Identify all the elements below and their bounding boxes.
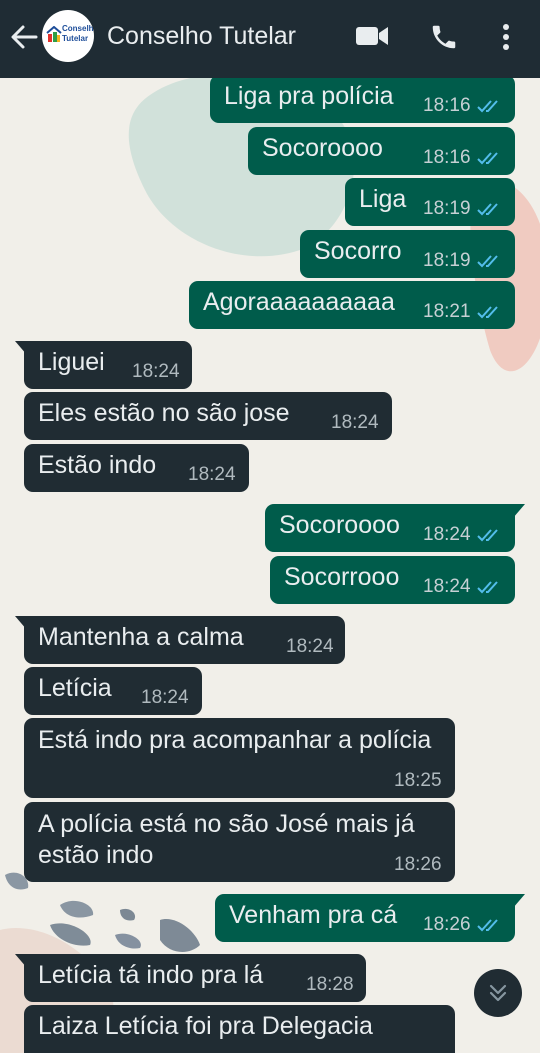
read-ticks-icon bbox=[477, 255, 498, 268]
read-ticks-icon bbox=[477, 306, 498, 319]
outgoing-message[interactable]: Venham pra cá 18:26 bbox=[215, 894, 515, 942]
message-time: 18:24 bbox=[331, 412, 379, 433]
message-time: 18:21 bbox=[423, 301, 471, 322]
avatar-logo-text: Conselho Tutelar bbox=[62, 24, 94, 43]
message-time: 18:16 bbox=[423, 147, 471, 168]
read-ticks-icon bbox=[477, 203, 498, 216]
incoming-message[interactable]: Letícia tá indo pra lá 18:28 bbox=[24, 954, 366, 1002]
read-ticks-icon bbox=[477, 919, 498, 932]
incoming-message[interactable]: Laiza Letícia foi pra Delegacia bbox=[24, 1005, 455, 1053]
incoming-message[interactable]: Letícia 18:24 bbox=[24, 667, 202, 715]
outgoing-message[interactable]: Socoroooo 18:24 bbox=[265, 504, 515, 552]
read-ticks-icon bbox=[477, 529, 498, 542]
message-time: 18:24 bbox=[286, 636, 334, 657]
chat-title[interactable]: Conselho Tutelar bbox=[107, 20, 296, 52]
message-time: 18:25 bbox=[394, 770, 442, 791]
message-time: 18:26 bbox=[423, 914, 471, 935]
outgoing-message[interactable]: Liga pra polícia 18:16 bbox=[210, 75, 515, 123]
message-time: 18:24 bbox=[423, 576, 471, 597]
chat-header: Conselho Tutelar Conselho Tutelar bbox=[0, 0, 540, 78]
message-time: 18:24 bbox=[423, 524, 471, 545]
incoming-message[interactable]: Liguei 18:24 bbox=[24, 341, 192, 389]
read-ticks-icon bbox=[477, 100, 498, 113]
message-time: 18:26 bbox=[394, 854, 442, 875]
outgoing-message[interactable]: Socorro 18:19 bbox=[300, 230, 515, 278]
avatar[interactable]: Conselho Tutelar bbox=[42, 10, 94, 62]
outgoing-message[interactable]: Liga 18:19 bbox=[345, 178, 515, 226]
message-time: 18:24 bbox=[188, 464, 236, 485]
double-chevron-down-icon bbox=[489, 984, 507, 1002]
phone-call-icon[interactable] bbox=[428, 22, 460, 52]
incoming-message[interactable]: A polícia está no são José mais já estão… bbox=[24, 802, 455, 882]
logo-house-icon bbox=[46, 26, 62, 42]
outgoing-message[interactable]: Agoraaaaaaaaaa 18:21 bbox=[189, 281, 515, 329]
back-arrow-icon[interactable] bbox=[8, 22, 40, 52]
message-time: 18:19 bbox=[423, 250, 471, 271]
message-time: 18:19 bbox=[423, 198, 471, 219]
read-ticks-icon bbox=[477, 581, 498, 594]
incoming-message[interactable]: Eles estão no são jose 18:24 bbox=[24, 392, 392, 440]
incoming-message[interactable]: Mantenha a calma 18:24 bbox=[24, 616, 345, 664]
video-call-icon[interactable] bbox=[355, 25, 389, 47]
outgoing-message[interactable]: Socorrooo 18:24 bbox=[270, 556, 515, 604]
message-time: 18:24 bbox=[132, 361, 180, 382]
read-ticks-icon bbox=[477, 152, 498, 165]
incoming-message[interactable]: Estão indo 18:24 bbox=[24, 444, 249, 492]
message-time: 18:16 bbox=[423, 95, 471, 116]
message-time: 18:24 bbox=[141, 687, 189, 708]
more-options-icon[interactable] bbox=[500, 22, 512, 52]
incoming-message[interactable]: Está indo pra acompanhar a polícia 18:25 bbox=[24, 718, 455, 798]
message-time: 18:28 bbox=[306, 974, 354, 995]
outgoing-message[interactable]: Socoroooo 18:16 bbox=[248, 127, 515, 175]
scroll-to-bottom-button[interactable] bbox=[474, 969, 522, 1017]
